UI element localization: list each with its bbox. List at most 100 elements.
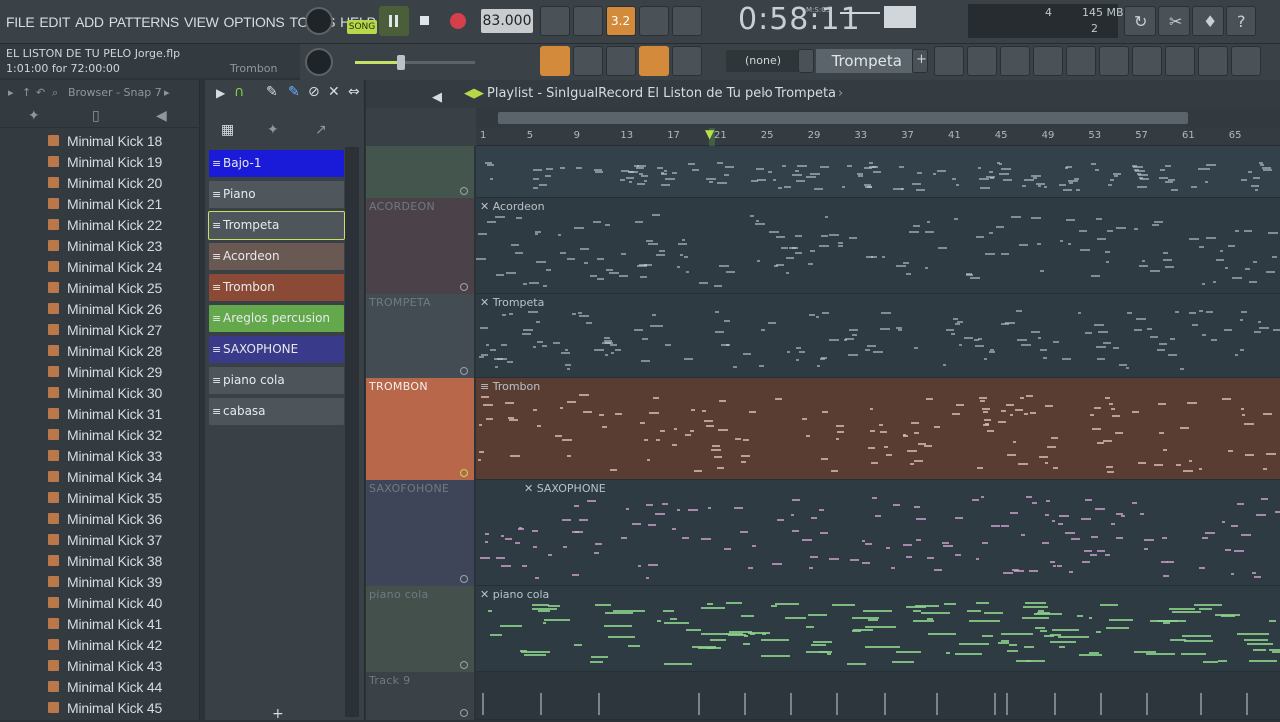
browser-item[interactable]: Minimal Kick 40 bbox=[0, 592, 200, 613]
menu-file[interactable]: FILE bbox=[6, 14, 35, 30]
browser-item[interactable]: Minimal Kick 45 bbox=[0, 697, 200, 718]
browser-item[interactable]: Minimal Kick 39 bbox=[0, 571, 200, 592]
file-icon[interactable]: ▯ bbox=[92, 108, 100, 124]
arrow-right-icon[interactable] bbox=[573, 46, 603, 76]
delete-icon[interactable]: ⊘ bbox=[308, 84, 320, 100]
browser-item[interactable]: Minimal Kick 30 bbox=[0, 382, 200, 403]
help-icon[interactable]: ? bbox=[1226, 6, 1256, 36]
browser-item[interactable]: Minimal Kick 37 bbox=[0, 529, 200, 550]
piano-icon[interactable]: ▦ bbox=[221, 122, 234, 138]
piano-roll-icon[interactable] bbox=[540, 46, 570, 76]
browser-item[interactable]: Minimal Kick 19 bbox=[0, 151, 200, 172]
brush-icon[interactable] bbox=[606, 46, 636, 76]
current-pattern-name[interactable]: Trompeta bbox=[816, 49, 912, 73]
track-lane[interactable]: ✕ piano cola bbox=[476, 586, 1280, 672]
menu-arrow-icon[interactable]: ▶ bbox=[216, 86, 225, 100]
plugin-icon[interactable] bbox=[1132, 46, 1162, 76]
project-icon[interactable] bbox=[1099, 46, 1129, 76]
menu-view[interactable]: VIEW bbox=[184, 14, 219, 30]
browser-item[interactable]: Minimal Kick 41 bbox=[0, 613, 200, 634]
clip-label[interactable]: ✕ Trompeta bbox=[480, 296, 544, 309]
pattern-item[interactable]: piano cola bbox=[209, 367, 344, 394]
time-display[interactable]: 0:58:11 bbox=[738, 2, 861, 37]
add-pattern-button[interactable]: + bbox=[912, 49, 928, 73]
track-enable-icon[interactable] bbox=[460, 469, 468, 477]
edison-icon[interactable] bbox=[1198, 46, 1228, 76]
browser-item[interactable]: Minimal Kick 18 bbox=[0, 130, 200, 151]
track-lane[interactable]: ✕✕✕✕✕✕✕✕✕✕✕✕✕✕✕✕ bbox=[476, 672, 1280, 720]
countdown-button[interactable]: 3.2 bbox=[606, 6, 636, 36]
undo-icon[interactable]: ↶ bbox=[36, 86, 45, 99]
mute-icon[interactable]: ✕ bbox=[328, 84, 340, 100]
piano-roll-window-icon[interactable] bbox=[1000, 46, 1030, 76]
playhead-marker[interactable]: ▼ bbox=[705, 127, 714, 141]
automation-icon[interactable]: ↗ bbox=[315, 122, 327, 138]
browser-item[interactable]: Minimal Kick 35 bbox=[0, 487, 200, 508]
track-header[interactable]: Track 9 bbox=[366, 672, 474, 720]
menu-patterns[interactable]: PATTERNS bbox=[109, 14, 180, 30]
track-enable-icon[interactable] bbox=[460, 575, 468, 583]
play-button[interactable] bbox=[379, 6, 409, 36]
browser-item[interactable]: Minimal Kick 27 bbox=[0, 319, 200, 340]
up-arrow-icon[interactable]: ↑ bbox=[22, 86, 31, 99]
track-lane[interactable]: ✕ Trompeta bbox=[476, 294, 1280, 378]
playlist-arrows-icon[interactable]: ◀▶ bbox=[464, 86, 484, 101]
clip-label[interactable]: ✕ SAXOPHONE bbox=[524, 482, 606, 495]
pattern-item[interactable]: Acordeon bbox=[209, 243, 344, 270]
clip-label[interactable]: ✕ Acordeon bbox=[480, 200, 545, 213]
pattern-item[interactable]: Piano bbox=[209, 181, 344, 208]
browser-item[interactable]: Minimal Kick 44 bbox=[0, 676, 200, 697]
collapse-icon[interactable]: ✦ bbox=[28, 108, 40, 124]
stop-button[interactable] bbox=[411, 6, 439, 36]
browser-item[interactable]: Minimal Kick 26 bbox=[0, 298, 200, 319]
picker-scrollbar[interactable] bbox=[345, 147, 359, 717]
browser-item[interactable]: Minimal Kick 25 bbox=[0, 277, 200, 298]
track-header[interactable]: TROMBON bbox=[366, 378, 474, 480]
cart-icon[interactable] bbox=[1231, 46, 1261, 76]
speaker-icon[interactable]: ◀ bbox=[156, 108, 167, 124]
speaker-icon[interactable]: ◀ bbox=[432, 86, 446, 105]
chevron-right-icon[interactable]: ▸ bbox=[164, 86, 170, 99]
browser-item[interactable]: Minimal Kick 38 bbox=[0, 550, 200, 571]
mixer-icon[interactable] bbox=[1033, 46, 1063, 76]
track-lane[interactable]: ✕ SAXOPHONE bbox=[476, 480, 1280, 586]
track-enable-icon[interactable] bbox=[460, 661, 468, 669]
track-lane[interactable] bbox=[476, 146, 1280, 198]
pattern-item[interactable]: Trompeta bbox=[208, 211, 345, 240]
browser-item[interactable]: Minimal Kick 29 bbox=[0, 361, 200, 382]
metronome-button[interactable] bbox=[540, 6, 570, 36]
pattern-item[interactable]: cabasa bbox=[209, 398, 344, 425]
master-volume-slider[interactable] bbox=[355, 55, 475, 70]
browser-item[interactable]: Minimal Kick 24 bbox=[0, 256, 200, 277]
horizontal-scroll[interactable] bbox=[476, 108, 1280, 128]
browser-item[interactable]: Minimal Kick 36 bbox=[0, 508, 200, 529]
browser-item[interactable]: Minimal Kick 43 bbox=[0, 655, 200, 676]
pattern-item[interactable]: Trombon bbox=[209, 274, 344, 301]
wait-input-button[interactable] bbox=[573, 6, 603, 36]
clip-label[interactable]: ≡ Trombon bbox=[480, 380, 540, 393]
browser-item[interactable]: Minimal Kick 21 bbox=[0, 193, 200, 214]
track-header[interactable]: piano cola bbox=[366, 586, 474, 672]
magnet-icon[interactable]: ∩ bbox=[234, 84, 244, 100]
browser-item[interactable]: Minimal Kick 42 bbox=[0, 634, 200, 655]
browser-item[interactable]: Minimal Kick 34 bbox=[0, 466, 200, 487]
track-header[interactable] bbox=[366, 146, 474, 198]
pattern-item[interactable]: SAXOPHONE bbox=[209, 336, 344, 363]
channel-rack-icon[interactable] bbox=[967, 46, 997, 76]
track-header[interactable]: ACORDEON bbox=[366, 198, 474, 294]
pattern-prev-button[interactable] bbox=[798, 49, 814, 73]
menu-add[interactable]: ADD bbox=[75, 14, 104, 30]
metronome-icon[interactable] bbox=[672, 46, 702, 76]
step-edit-button[interactable] bbox=[639, 6, 669, 36]
tempo-display[interactable]: 83.000 bbox=[481, 9, 533, 33]
record-button[interactable] bbox=[445, 6, 473, 36]
slip-icon[interactable]: ⇔ bbox=[348, 84, 360, 100]
track-enable-icon[interactable] bbox=[460, 283, 468, 291]
tools-icon[interactable]: ✂ bbox=[1158, 6, 1190, 36]
menu-options[interactable]: OPTIONS bbox=[224, 14, 285, 30]
track-header[interactable]: TROMPETA bbox=[366, 294, 474, 378]
master-volume-knob[interactable] bbox=[305, 7, 333, 35]
browser-item[interactable]: Minimal Kick 28 bbox=[0, 340, 200, 361]
microphone-icon[interactable]: ♦ bbox=[1192, 6, 1224, 36]
chevron-right-icon[interactable]: ▸ bbox=[8, 86, 14, 99]
